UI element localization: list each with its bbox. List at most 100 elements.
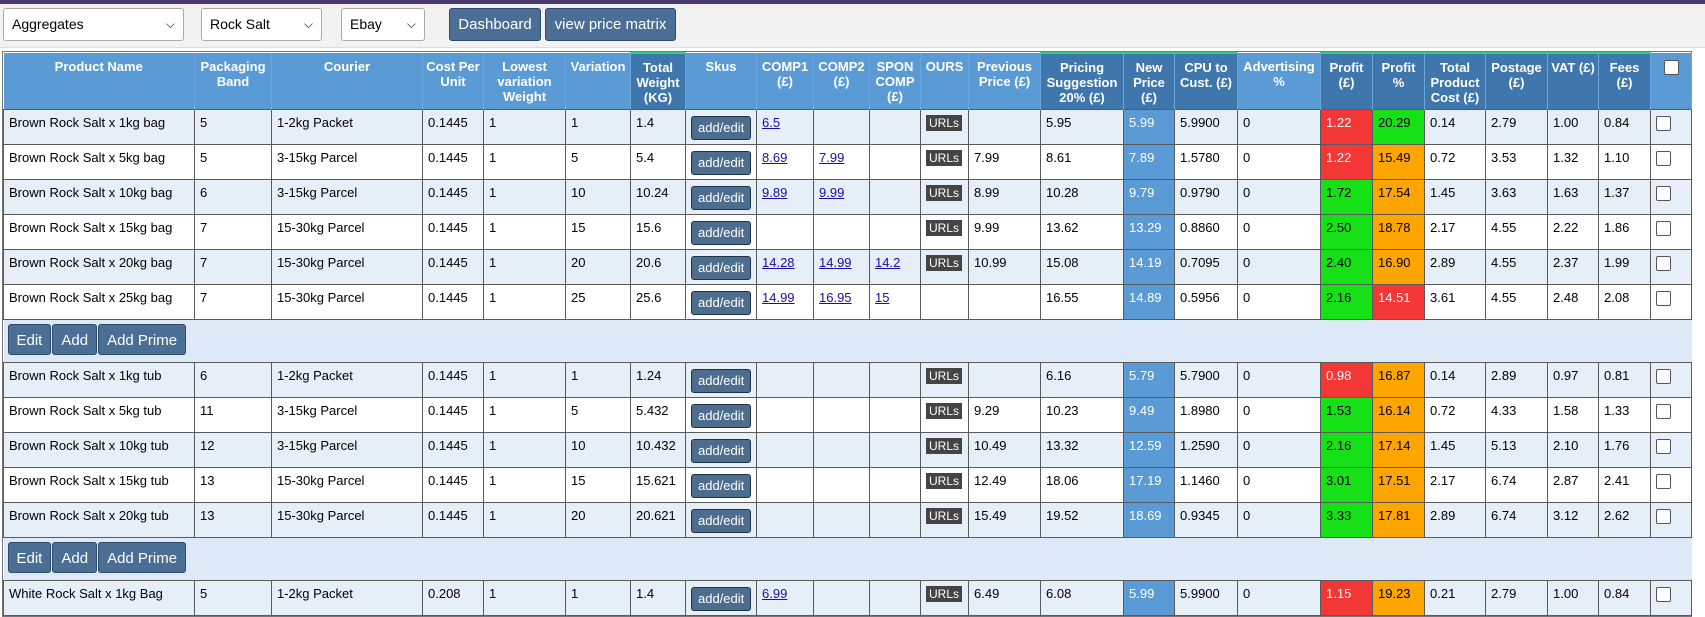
add-edit-skus-button[interactable]: add/edit xyxy=(691,474,752,498)
urls-badge[interactable]: URLs xyxy=(926,185,963,201)
add-button[interactable]: Add xyxy=(52,542,98,573)
row-checkbox[interactable] xyxy=(1656,221,1671,236)
column-header: Variation xyxy=(565,53,631,110)
competitor-price-link[interactable]: 16.95 xyxy=(819,290,852,305)
cell-new-price[interactable]: 5.79 xyxy=(1123,362,1175,398)
urls-badge[interactable]: URLs xyxy=(926,255,963,271)
cell-name: Brown Rock Salt x 20kg tub xyxy=(3,502,195,538)
cell-new-price[interactable]: 17.19 xyxy=(1123,467,1175,503)
row-checkbox[interactable] xyxy=(1656,186,1671,201)
add-edit-skus-button[interactable]: add/edit xyxy=(691,587,752,611)
row-checkbox[interactable] xyxy=(1656,439,1671,454)
select-all-checkbox[interactable] xyxy=(1663,60,1679,75)
cell-name: Brown Rock Salt x 25kg bag xyxy=(3,284,195,320)
table-header-row: Product Name Packaging Band Courier Cost Pe… xyxy=(3,52,1692,110)
cell-weight: 1.4 xyxy=(630,109,686,145)
add-edit-skus-button[interactable]: add/edit xyxy=(691,509,752,533)
competitor-price-link[interactable]: 9.99 xyxy=(819,185,844,200)
row-checkbox[interactable] xyxy=(1656,116,1671,131)
add-prime-button[interactable]: Add Prime xyxy=(98,542,187,573)
cell-courier: 15-30kg Parcel xyxy=(271,467,423,503)
row-checkbox[interactable] xyxy=(1656,291,1671,306)
dashboard-button[interactable]: Dashboard xyxy=(449,8,541,41)
urls-badge[interactable]: URLs xyxy=(926,508,963,524)
competitor-price-link[interactable]: 9.89 xyxy=(762,185,787,200)
urls-badge[interactable]: URLs xyxy=(926,473,963,489)
cell-new-price[interactable]: 14.19 xyxy=(1123,249,1175,285)
add-edit-skus-button[interactable]: add/edit xyxy=(691,291,752,315)
cell-new-price[interactable]: 12.59 xyxy=(1123,432,1175,468)
urls-badge[interactable]: URLs xyxy=(926,220,963,236)
competitor-price-link[interactable]: 14.28 xyxy=(762,255,795,270)
column-header: Advertising % xyxy=(1237,53,1321,110)
urls-badge[interactable]: URLs xyxy=(926,586,963,602)
competitor-price-link[interactable]: 15 xyxy=(875,290,889,305)
product-select[interactable]: Rock Salt ⌵ xyxy=(201,8,322,41)
cell-profit-percent: 16.87 xyxy=(1372,362,1425,398)
cell-lvw: 1 xyxy=(483,362,566,398)
cell-postage: 6.74 xyxy=(1485,467,1548,503)
competitor-price-link[interactable]: 6.5 xyxy=(762,115,780,130)
add-edit-skus-button[interactable]: add/edit xyxy=(691,116,752,140)
add-edit-skus-button[interactable]: add/edit xyxy=(691,186,752,210)
add-edit-skus-button[interactable]: add/edit xyxy=(691,404,752,428)
competitor-price-link[interactable]: 7.99 xyxy=(819,150,844,165)
urls-badge[interactable]: URLs xyxy=(926,150,963,166)
row-checkbox[interactable] xyxy=(1656,509,1671,524)
urls-badge[interactable]: URLs xyxy=(926,115,963,131)
cell-new-price[interactable]: 5.99 xyxy=(1123,580,1175,616)
view-price-matrix-button[interactable]: view price matrix xyxy=(545,8,676,41)
cell-lvw: 1 xyxy=(483,179,566,215)
cell-comp2: 14.99 xyxy=(813,249,870,285)
urls-badge[interactable]: URLs xyxy=(926,403,963,419)
add-edit-skus-button[interactable]: add/edit xyxy=(691,369,752,393)
add-button[interactable]: Add xyxy=(52,324,98,355)
cell-new-price[interactable]: 13.29 xyxy=(1123,214,1175,250)
cell-new-price[interactable]: 18.69 xyxy=(1123,502,1175,538)
cell-new-price[interactable]: 7.89 xyxy=(1123,144,1175,180)
add-edit-skus-button[interactable]: add/edit xyxy=(691,439,752,463)
cell-new-price[interactable]: 9.79 xyxy=(1123,179,1175,215)
edit-button[interactable]: Edit xyxy=(7,542,52,573)
cell-cpu: 0.1445 xyxy=(422,109,484,145)
cell-band: 7 xyxy=(194,284,272,320)
cell-ours: URLs xyxy=(920,432,969,468)
table-row: Brown Rock Salt x 5kg tub 11 3-15kg Parcel… xyxy=(3,397,1692,433)
competitor-price-link[interactable]: 6.99 xyxy=(762,586,787,601)
row-checkbox[interactable] xyxy=(1656,256,1671,271)
competitor-price-link[interactable]: 8.69 xyxy=(762,150,787,165)
row-checkbox[interactable] xyxy=(1656,151,1671,166)
cell-lvw: 1 xyxy=(483,249,566,285)
cell-new-price[interactable]: 5.99 xyxy=(1123,109,1175,145)
add-edit-skus-button[interactable]: add/edit xyxy=(691,151,752,175)
cell-select xyxy=(1650,214,1692,250)
category-select[interactable]: Aggregates ⌵ xyxy=(3,8,184,41)
table-row: Brown Rock Salt x 20kg bag 7 15-30kg Parce… xyxy=(3,249,1692,285)
cell-new-price[interactable]: 9.49 xyxy=(1123,397,1175,433)
cell-band: 5 xyxy=(194,109,272,145)
urls-badge[interactable]: URLs xyxy=(926,438,963,454)
cell-total-product-cost: 0.21 xyxy=(1424,580,1486,616)
cell-cpu-to-cust: 0.8860 xyxy=(1174,214,1238,250)
cell-vat: 1.32 xyxy=(1547,144,1599,180)
cell-new-price[interactable]: 14.89 xyxy=(1123,284,1175,320)
cell-fees: 2.62 xyxy=(1598,502,1651,538)
row-checkbox[interactable] xyxy=(1656,404,1671,419)
add-prime-button[interactable]: Add Prime xyxy=(98,324,187,355)
marketplace-select[interactable]: Ebay ⌵ xyxy=(341,8,425,41)
row-checkbox[interactable] xyxy=(1656,474,1671,489)
product-select-value: Rock Salt xyxy=(210,16,270,32)
row-checkbox[interactable] xyxy=(1656,369,1671,384)
add-edit-skus-button[interactable]: add/edit xyxy=(691,221,752,245)
cell-cpu: 0.1445 xyxy=(422,397,484,433)
cell-comp1: 8.69 xyxy=(756,144,814,180)
competitor-price-link[interactable]: 14.99 xyxy=(819,255,852,270)
cell-total-product-cost: 2.89 xyxy=(1424,502,1486,538)
cell-total-product-cost: 1.45 xyxy=(1424,432,1486,468)
edit-button[interactable]: Edit xyxy=(7,324,52,355)
urls-badge[interactable]: URLs xyxy=(926,368,963,384)
cell-select xyxy=(1650,467,1692,503)
add-edit-skus-button[interactable]: add/edit xyxy=(691,256,752,280)
competitor-price-link[interactable]: 14.2 xyxy=(875,255,900,270)
competitor-price-link[interactable]: 14.99 xyxy=(762,290,795,305)
